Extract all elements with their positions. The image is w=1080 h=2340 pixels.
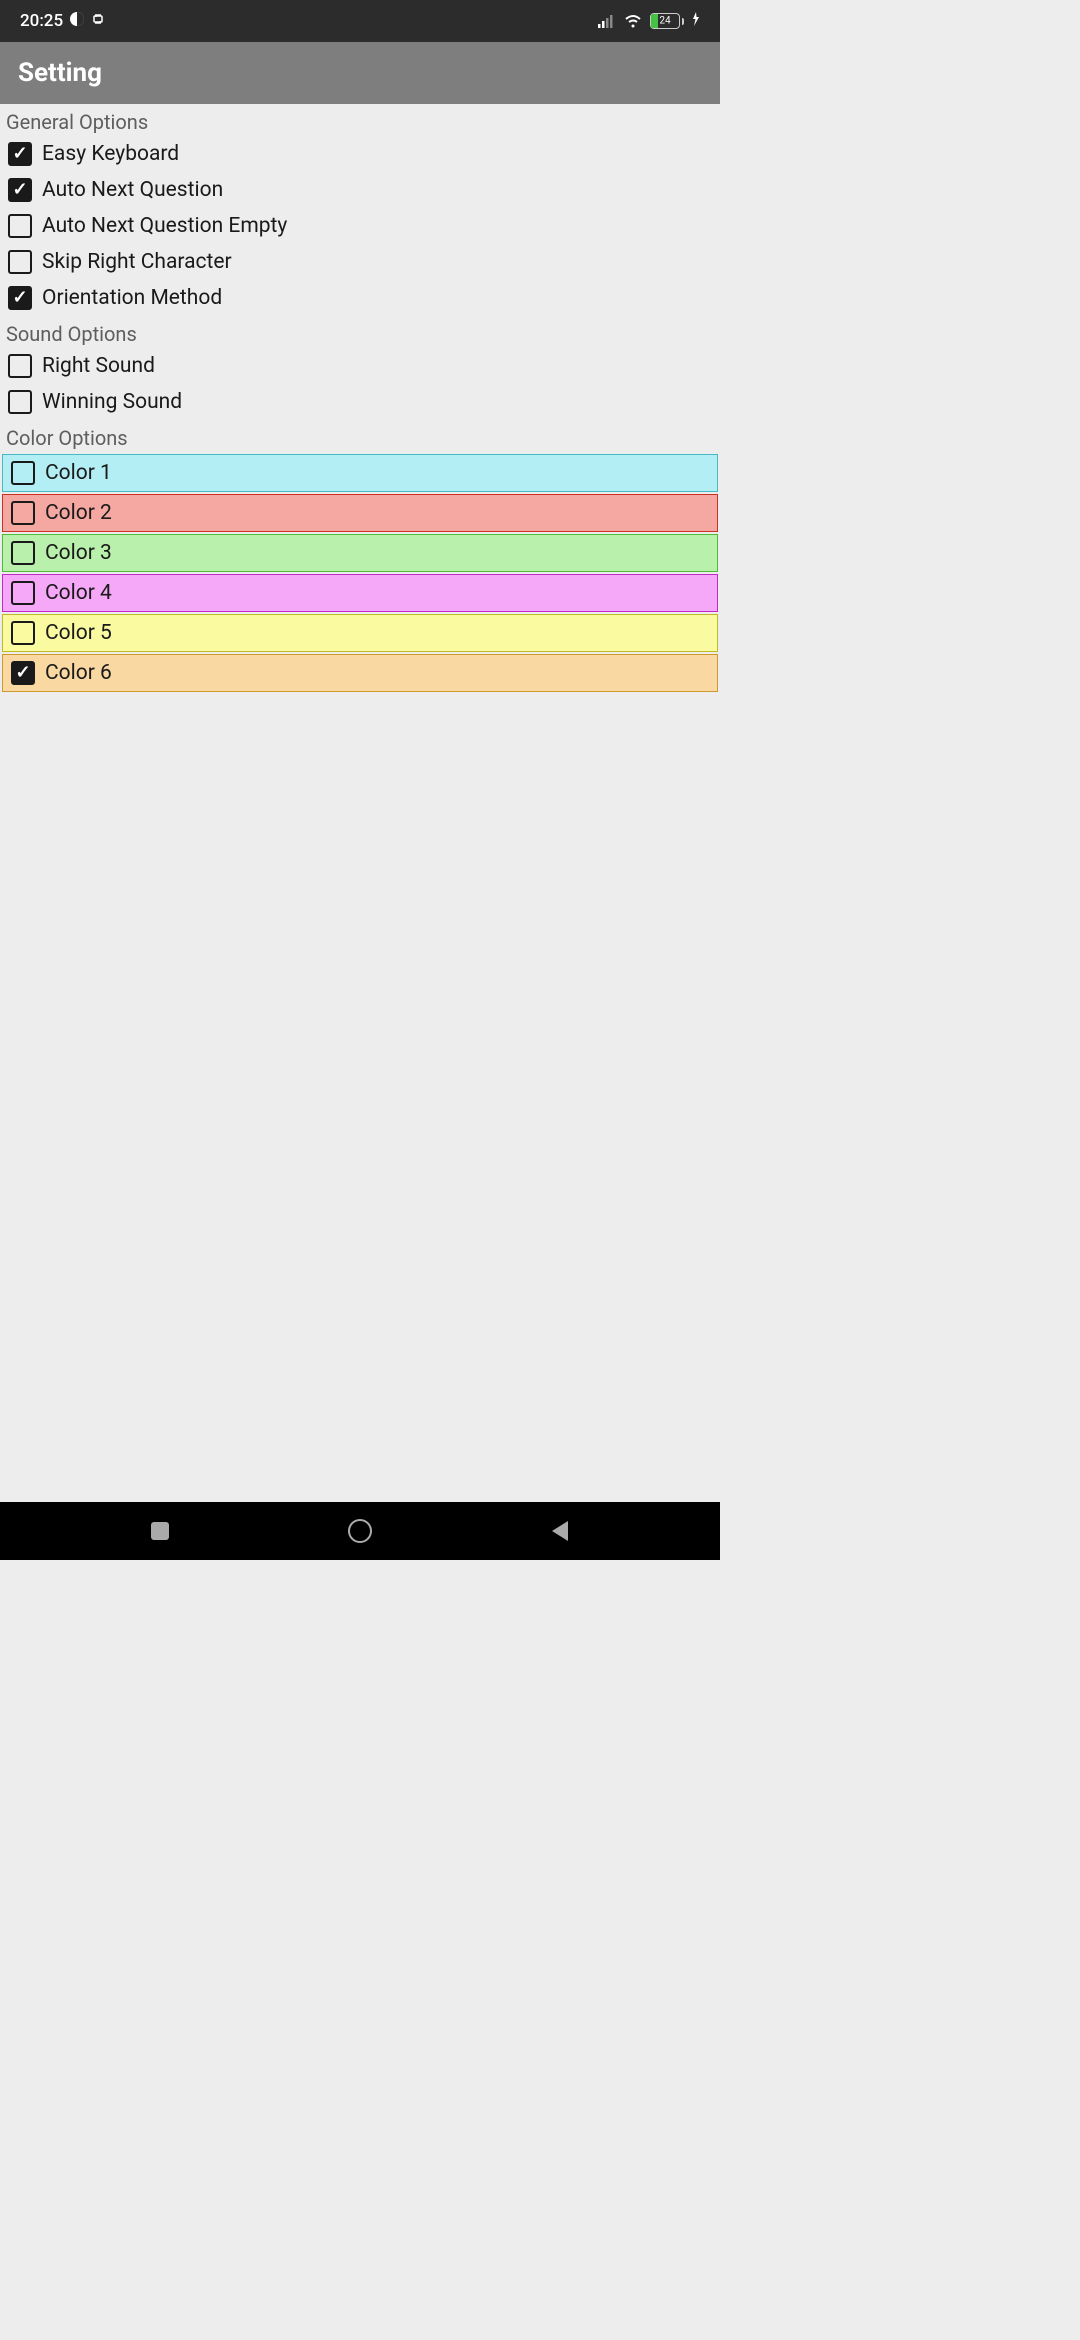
section-header-sound: Sound Options	[0, 316, 720, 348]
setting-auto-next-empty[interactable]: Auto Next Question Empty	[0, 208, 720, 244]
circle-icon	[348, 1519, 372, 1543]
setting-color-1[interactable]: Color 1	[2, 454, 718, 492]
check-icon: ✓	[15, 664, 30, 682]
setting-label: Color 5	[45, 621, 112, 645]
checkbox-right-sound[interactable]	[8, 354, 32, 378]
setting-auto-next[interactable]: ✓ Auto Next Question	[0, 172, 720, 208]
nav-bar	[0, 1502, 720, 1560]
sync-icon	[91, 11, 105, 31]
wifi-icon	[624, 14, 642, 28]
checkbox-skip-right-char[interactable]	[8, 250, 32, 274]
checkbox-easy-keyboard[interactable]: ✓	[8, 142, 32, 166]
setting-label: Orientation Method	[42, 286, 222, 310]
settings-content[interactable]: General Options ✓ Easy Keyboard ✓ Auto N…	[0, 104, 720, 1502]
checkbox-color-6[interactable]: ✓	[11, 661, 35, 685]
setting-label: Color 6	[45, 661, 112, 685]
setting-label: Right Sound	[42, 354, 155, 378]
section-header-general: General Options	[0, 104, 720, 136]
compass-icon	[69, 11, 85, 32]
setting-label: Color 1	[45, 461, 112, 485]
check-icon: ✓	[12, 181, 27, 199]
setting-orientation[interactable]: ✓ Orientation Method	[0, 280, 720, 316]
setting-label: Easy Keyboard	[42, 142, 179, 166]
status-left: 20:25	[20, 11, 105, 32]
checkbox-color-5[interactable]	[11, 621, 35, 645]
setting-label: Winning Sound	[42, 390, 182, 414]
triangle-left-icon	[552, 1521, 568, 1541]
setting-label: Color 4	[45, 581, 112, 605]
setting-label: Color 2	[45, 501, 112, 525]
checkbox-color-3[interactable]	[11, 541, 35, 565]
square-icon	[151, 1522, 169, 1540]
status-time: 20:25	[20, 11, 63, 31]
checkbox-color-1[interactable]	[11, 461, 35, 485]
nav-back-button[interactable]	[540, 1511, 580, 1551]
checkbox-auto-next-empty[interactable]	[8, 214, 32, 238]
battery-text: 24	[659, 16, 670, 27]
setting-color-6[interactable]: ✓ Color 6	[2, 654, 718, 692]
setting-right-sound[interactable]: Right Sound	[0, 348, 720, 384]
app-bar: Setting	[0, 42, 720, 104]
section-header-color: Color Options	[0, 420, 720, 452]
charging-icon	[692, 11, 700, 31]
setting-color-5[interactable]: Color 5	[2, 614, 718, 652]
setting-color-4[interactable]: Color 4	[2, 574, 718, 612]
battery-indicator: 24	[650, 13, 684, 29]
checkbox-winning-sound[interactable]	[8, 390, 32, 414]
setting-skip-right-char[interactable]: Skip Right Character	[0, 244, 720, 280]
checkbox-color-4[interactable]	[11, 581, 35, 605]
setting-color-2[interactable]: Color 2	[2, 494, 718, 532]
nav-recent-button[interactable]	[140, 1511, 180, 1551]
checkbox-orientation[interactable]: ✓	[8, 286, 32, 310]
setting-color-3[interactable]: Color 3	[2, 534, 718, 572]
check-icon: ✓	[12, 145, 27, 163]
checkbox-color-2[interactable]	[11, 501, 35, 525]
check-icon: ✓	[12, 289, 27, 307]
status-right: 24	[598, 11, 700, 31]
signal-icon	[598, 14, 616, 28]
setting-label: Skip Right Character	[42, 250, 232, 274]
setting-label: Auto Next Question Empty	[42, 214, 287, 238]
setting-label: Auto Next Question	[42, 178, 223, 202]
checkbox-auto-next[interactable]: ✓	[8, 178, 32, 202]
setting-easy-keyboard[interactable]: ✓ Easy Keyboard	[0, 136, 720, 172]
setting-winning-sound[interactable]: Winning Sound	[0, 384, 720, 420]
page-title: Setting	[18, 58, 102, 88]
nav-home-button[interactable]	[340, 1511, 380, 1551]
status-bar: 20:25 24	[0, 0, 720, 42]
setting-label: Color 3	[45, 541, 112, 565]
